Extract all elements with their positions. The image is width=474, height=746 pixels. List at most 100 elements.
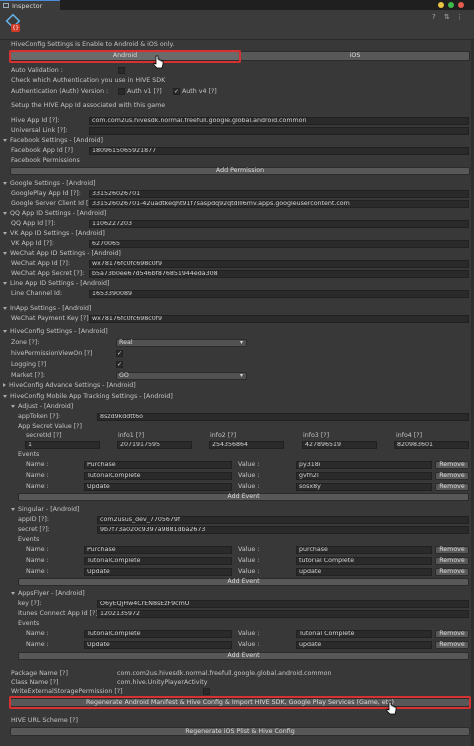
googleplay-app-id-input[interactable]: 331526026701: [89, 190, 469, 198]
advance-section-title: HiveConfig Advance Settings - [Android]: [9, 382, 136, 389]
google-section-header[interactable]: Google Settings - [Android]: [3, 180, 96, 188]
remove-event-button[interactable]: Remove: [435, 568, 469, 576]
adjust-event-name-input[interactable]: Purchase: [84, 461, 232, 469]
singular-section-header[interactable]: Singular - [Android]: [11, 506, 79, 514]
adjust-add-event-button[interactable]: Add Event: [18, 493, 469, 501]
zone-select[interactable]: Real: [116, 339, 247, 347]
qq-section-header[interactable]: QQ App ID Settings - [Android]: [3, 210, 106, 218]
preset-icon[interactable]: ⇅: [444, 14, 451, 21]
package-name-value: com.com2us.hivesdk.normal.freefull.googl…: [117, 670, 332, 677]
tab-inspector[interactable]: Inspector: [0, 0, 60, 10]
adjust-event-name-input[interactable]: Update: [84, 483, 232, 491]
appsflyer-event-value-input[interactable]: Tutorial Complete: [296, 630, 432, 638]
auto-validation-checkbox[interactable]: [118, 67, 125, 74]
remove-event-button[interactable]: Remove: [435, 630, 469, 638]
singular-appid-input[interactable]: com2usus_dev_7705679f: [97, 516, 469, 524]
facebook-section-header[interactable]: Facebook Settings - [Android]: [3, 137, 103, 145]
appsflyer-event-name-input[interactable]: TutorialComplete: [84, 630, 232, 638]
android-highlight-box: [9, 50, 241, 63]
ios-tab-button[interactable]: iOS: [240, 51, 470, 61]
singular-event-name-input[interactable]: TutorialComplete: [84, 557, 232, 565]
fold-arrow-icon: [3, 231, 7, 235]
itunes-app-id-input[interactable]: 1202135972: [97, 610, 469, 618]
adjust-info3-input[interactable]: 427896519: [302, 441, 377, 449]
adjust-event-name-input[interactable]: TutorialComplete: [84, 472, 232, 480]
fold-arrow-icon: [3, 394, 7, 398]
appsflyer-add-event-button[interactable]: Add Event: [18, 652, 469, 660]
zone-label: Zone [?]:: [11, 339, 40, 346]
vk-section-header[interactable]: VK App ID Settings - [Android]: [3, 230, 105, 238]
adjust-event-value-input[interactable]: sosx8y: [296, 483, 432, 491]
event-value-label: Value :: [238, 472, 260, 479]
auth-v4-checkbox[interactable]: ✓: [173, 88, 180, 95]
fold-arrow-icon: [11, 404, 15, 408]
permission-view-checkbox[interactable]: ✓: [116, 350, 123, 357]
write-permission-label: WriteExternalStoragePermission [?]: [11, 688, 123, 695]
line-section-header[interactable]: Line App ID Settings - [Android]: [3, 280, 110, 288]
auth-v1-label: Auth v1 [?]: [127, 88, 162, 95]
window-close-icon[interactable]: [458, 2, 464, 8]
appsflyer-key-label: key [?]:: [18, 600, 42, 607]
qq-app-id-input[interactable]: 1106227203: [89, 220, 469, 228]
adjust-event-value-input[interactable]: py318i: [296, 461, 432, 469]
regenerate-ios-button[interactable]: Regenerate iOS Plist & Hive Config: [10, 727, 470, 736]
appsflyer-event-value-input[interactable]: update: [296, 641, 432, 649]
appsflyer-event-name-input[interactable]: Update: [84, 641, 232, 649]
adjust-info4-input[interactable]: 820983601: [394, 441, 469, 449]
event-name-label: Name :: [26, 472, 49, 479]
remove-event-button[interactable]: Remove: [435, 557, 469, 565]
adjust-secret-id-label: secretId [?]: [26, 432, 62, 439]
more-menu-icon[interactable]: ⋮: [456, 14, 463, 21]
adjust-section-header[interactable]: Adjust - [Android]: [11, 403, 73, 411]
remove-event-button[interactable]: Remove: [435, 472, 469, 480]
logging-checkbox[interactable]: ✓: [116, 361, 123, 368]
wechat-secret-input[interactable]: b5a73b0ee67d546bf876851944eda308: [89, 270, 469, 278]
event-name-label: Name :: [26, 461, 49, 468]
vk-app-id-input[interactable]: 6270065: [89, 240, 469, 248]
adjust-event-value-input[interactable]: gvfh2l: [296, 472, 432, 480]
advance-section-header[interactable]: HiveConfig Advance Settings - [Android]: [3, 382, 136, 390]
remove-event-button[interactable]: Remove: [435, 641, 469, 649]
wechat-section-header[interactable]: WeChat App ID Settings - [Android]: [3, 250, 121, 258]
line-channel-id-label: Line Channel Id:: [11, 290, 62, 297]
fold-arrow-icon: [3, 181, 7, 185]
market-select[interactable]: GO: [116, 372, 247, 380]
inapp-section-title: InApp Settings - [Android]: [10, 305, 92, 312]
universal-link-input[interactable]: [89, 127, 469, 135]
singular-secret-input[interactable]: 9b7f73a020c9397a9881dba2673: [97, 526, 469, 534]
google-client-id-input[interactable]: 331526026701-42uadtkeqht91f7saspdq92qtdl…: [89, 200, 469, 208]
inapp-section-header[interactable]: InApp Settings - [Android]: [3, 305, 92, 313]
singular-event-name-input[interactable]: Update: [84, 568, 232, 576]
remove-event-button[interactable]: Remove: [435, 461, 469, 469]
class-name-label: Class Name [?]: [11, 679, 59, 686]
wechat-app-id-input[interactable]: wx78176fc0fc698c0f9: [89, 260, 469, 268]
remove-event-button[interactable]: Remove: [435, 483, 469, 491]
vk-app-id-label: VK App Id [?]:: [11, 240, 54, 247]
facebook-app-id-input[interactable]: 1809615065921877: [89, 147, 469, 155]
wechat-payment-key-input[interactable]: wx78176fc0fc698c0f9: [89, 315, 469, 323]
hive-app-id-input[interactable]: com.com2us.hivesdk.normal.freefull.googl…: [89, 117, 469, 125]
add-permission-button[interactable]: Add Permission: [10, 167, 470, 175]
write-permission-checkbox[interactable]: [203, 688, 210, 695]
adjust-info2-input[interactable]: 254356864: [209, 441, 284, 449]
help-icon[interactable]: ?: [432, 14, 439, 21]
singular-event-value-input[interactable]: tutorial Complete: [296, 557, 432, 565]
appsflyer-key-input[interactable]: O6yEQjHw4CrEN8sEzF9cmU: [97, 600, 469, 608]
window-maximize-icon[interactable]: [448, 2, 454, 8]
auth-version-label: Authentication (Auth) Version :: [11, 88, 109, 95]
singular-event-name-input[interactable]: Purchase: [84, 546, 232, 554]
hiveconfig-section-header[interactable]: HiveConfig Settings - [Android]: [3, 328, 108, 336]
singular-add-event-button[interactable]: Add Event: [18, 578, 469, 586]
remove-event-button[interactable]: Remove: [435, 546, 469, 554]
singular-event-value-input[interactable]: update: [296, 568, 432, 576]
adjust-info1-input[interactable]: 2071917595: [117, 441, 192, 449]
adjust-secret-id-input[interactable]: 1: [25, 441, 100, 449]
adjust-token-label: appToken [?]:: [18, 413, 61, 420]
tracking-section-header[interactable]: HiveConfig Mobile App Tracking Settings …: [3, 393, 173, 401]
line-channel-id-input[interactable]: 1653390089: [89, 290, 469, 298]
appsflyer-section-header[interactable]: AppsFlyer - [Android]: [11, 590, 85, 598]
auth-v1-checkbox[interactable]: [118, 88, 125, 95]
window-minimize-icon[interactable]: [438, 2, 444, 8]
singular-event-value-input[interactable]: purchase: [296, 546, 432, 554]
adjust-token-input[interactable]: 8szd9kddtt6o: [97, 413, 469, 421]
